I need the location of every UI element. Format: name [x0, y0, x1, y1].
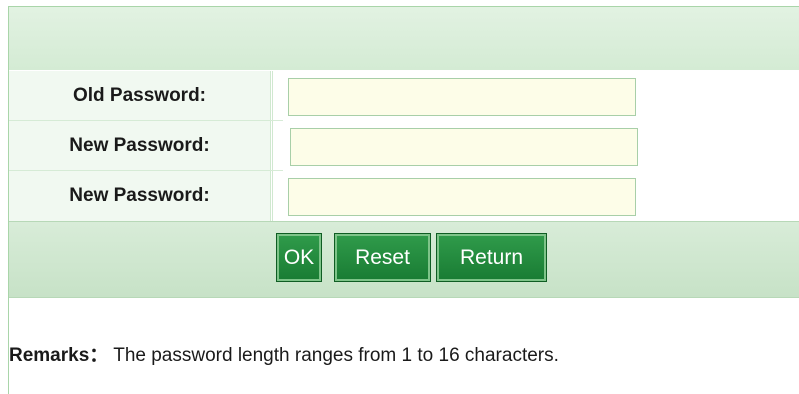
return-button[interactable]: Return [436, 233, 547, 282]
confirm-password-row: New Password: [9, 171, 799, 221]
remarks: Remarks： The password length ranges from… [9, 340, 559, 367]
remarks-text: The password length ranges from 1 to 16 … [108, 345, 559, 366]
header-band [9, 7, 799, 70]
old-password-label: Old Password: [9, 71, 271, 121]
confirm-password-input[interactable] [288, 178, 636, 216]
remarks-label: Remarks： [9, 345, 109, 366]
new-password-input[interactable] [290, 128, 638, 166]
ok-button[interactable]: OK [276, 233, 322, 282]
confirm-password-label: New Password: [9, 171, 271, 221]
new-password-label: New Password: [9, 121, 271, 171]
old-password-row: Old Password: [9, 71, 799, 121]
reset-button[interactable]: Reset [334, 233, 431, 282]
old-password-input[interactable] [288, 78, 636, 116]
new-password-row: New Password: [9, 121, 799, 171]
